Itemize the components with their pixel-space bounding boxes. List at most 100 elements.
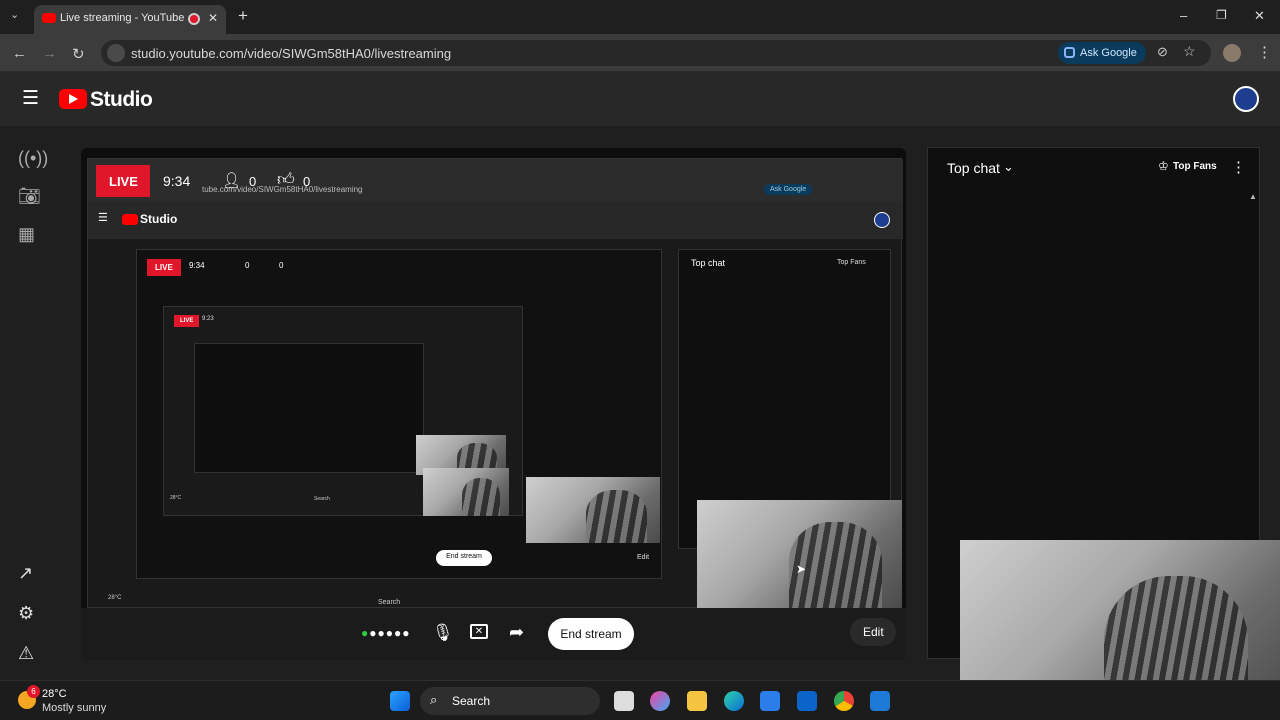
top-fans-label: Top Fans [1173, 161, 1217, 172]
share-arrow-icon[interactable]: ➦ [509, 622, 524, 643]
maximize-button[interactable]: ❐ [1216, 8, 1227, 22]
google-lens-icon [1064, 47, 1075, 58]
nested-ask-google: Ask Google [764, 184, 813, 195]
reload-icon[interactable]: ↻ [72, 45, 85, 63]
tab-title: Live streaming - YouTube Studio [60, 12, 184, 24]
microphone-icon[interactable]: 🎙︎ [432, 623, 454, 643]
outlook-icon[interactable] [797, 691, 817, 711]
task-view-icon[interactable] [614, 691, 634, 711]
chevron-down-icon[interactable]: ⌄ [1003, 159, 1014, 175]
ask-google-label: Ask Google [1080, 47, 1137, 59]
chrome-icon[interactable] [834, 691, 854, 711]
nested-edit: Edit [637, 554, 650, 561]
camera-icon[interactable]: 📷︎ [18, 186, 41, 207]
edit-button[interactable]: Edit [850, 618, 896, 646]
profile-avatar[interactable] [1223, 44, 1241, 62]
nested-address-bar: tube.com/video/SIWGm58tHA0/livestreaming… [88, 159, 903, 201]
top-chat-dropdown[interactable]: Top chat [947, 160, 1000, 176]
minimize-button[interactable]: – [1180, 8, 1187, 23]
stream-preview: tube.com/video/SIWGm58tHA0/livestreaming… [81, 148, 906, 660]
microsoft-store-icon[interactable] [760, 691, 780, 711]
nested-top-fans: Top Fans [837, 259, 866, 266]
left-navigation-rail: ((•)) 📷︎ ▦ ↗ ⚙ ⚠ [0, 126, 60, 680]
browser-toolbar: ← → ↻ studio.youtube.com/video/SIWGm58tH… [0, 34, 1280, 72]
elapsed-time: 9:34 [163, 173, 191, 189]
file-explorer-icon[interactable] [687, 691, 707, 711]
nested-search: Search [378, 599, 401, 606]
bookmark-star-icon[interactable]: ☆ [1183, 43, 1196, 60]
nested-camera-2 [423, 468, 509, 516]
like-icon: 👍︎ [277, 170, 295, 189]
url-text: studio.youtube.com/video/SIWGm58tHA0/liv… [131, 46, 452, 61]
viewers-icon: 👤︎ [222, 172, 242, 189]
search-label: Search [452, 694, 491, 708]
nested-viewers: 0 [245, 261, 250, 270]
new-tab-button[interactable]: + [238, 6, 248, 26]
address-bar[interactable]: studio.youtube.com/video/SIWGm58tHA0/liv… [101, 40, 1211, 66]
nested-weather: 28°C [108, 595, 122, 601]
tab-list-dropdown-icon[interactable]: ⌄ [10, 8, 19, 21]
external-link-icon[interactable]: ↗ [18, 563, 33, 584]
weather-temp: 28°C [42, 688, 67, 700]
nested-search-2: Search [314, 496, 330, 502]
windows-start-icon[interactable] [390, 691, 410, 711]
nested-studio-header: ☰ Studio [88, 201, 903, 239]
nested-camera-1 [526, 477, 660, 543]
youtube-favicon-icon [42, 13, 56, 23]
studio-header: ☰ Studio [0, 72, 1280, 126]
search-icon: ⌕ [430, 692, 438, 707]
channel-avatar[interactable] [1233, 86, 1259, 112]
nested-youtube-icon [122, 214, 138, 225]
nested-avatar [874, 212, 890, 228]
nested-live-badge-3: LIVE [174, 315, 200, 327]
forward-arrow-icon[interactable]: → [42, 45, 57, 62]
nested-weather-2: 28°C [170, 495, 182, 501]
windows-taskbar: 6 28°C Mostly sunny ⌕ Search [0, 680, 1280, 720]
play-triangle-icon [69, 94, 78, 104]
weather-desc: Mostly sunny [42, 702, 107, 714]
close-window-button[interactable]: ✕ [1254, 8, 1265, 24]
vscode-icon[interactable] [870, 691, 890, 711]
studio-logo-text: Studio [90, 88, 153, 111]
taskbar-search-box[interactable]: ⌕ Search [420, 687, 600, 715]
top-fans-button[interactable]: ♔ Top Fans [1154, 158, 1230, 178]
weather-badge: 6 [27, 685, 40, 698]
ask-google-button[interactable]: Ask Google [1058, 42, 1146, 64]
copilot-icon[interactable] [650, 691, 670, 711]
nested-end-stream: End stream [436, 550, 492, 566]
screen-share-toggle-icon[interactable]: ✕ [470, 624, 488, 639]
hamburger-menu-icon[interactable]: ☰ [22, 87, 39, 110]
viewers-count: 0 [249, 174, 257, 189]
nested-studio-text: Studio [140, 212, 178, 226]
stream-controls-bar: ●●●●●● 🎙︎ ✕ ➦ End stream Edit [81, 608, 906, 660]
browser-menu-icon[interactable]: ⋮ [1257, 43, 1272, 61]
nested-preview-4 [194, 343, 424, 473]
end-stream-button[interactable]: End stream [548, 618, 634, 650]
preview-webcam-overlay [697, 500, 902, 608]
close-tab-icon[interactable]: ✕ [208, 11, 218, 25]
eye-slash-icon[interactable]: ⊘ [1157, 44, 1168, 60]
nested-hamburger-icon: ☰ [98, 212, 108, 224]
live-broadcast-icon[interactable]: ((•)) [18, 148, 48, 169]
weather-widget[interactable]: 6 28°C Mostly sunny [14, 685, 124, 717]
likes-count: 0 [303, 174, 311, 189]
nested-elapsed: 9:34 [189, 261, 205, 270]
browser-tab-bar: ⌄ Live streaming - YouTube Studio ✕ + – … [0, 0, 1280, 34]
mouse-cursor-icon: ➤ [796, 562, 807, 576]
nested-top-chat: Top chat [691, 258, 726, 268]
chat-scroll-up-icon[interactable]: ▲ [1249, 192, 1257, 201]
back-arrow-icon[interactable]: ← [12, 45, 27, 62]
chat-more-options-icon[interactable]: ⋮ [1231, 158, 1246, 176]
edge-browser-icon[interactable] [724, 691, 744, 711]
settings-gear-icon[interactable]: ⚙ [18, 603, 34, 624]
nested-live-badge: LIVE [147, 259, 181, 276]
calendar-icon[interactable]: ▦ [18, 224, 35, 245]
audio-level-indicator: ●●●●●● [361, 626, 411, 640]
live-badge: LIVE [96, 165, 150, 197]
recording-indicator-icon [188, 13, 200, 25]
nested-elapsed-2: 9:23 [202, 316, 214, 322]
nested-likes: 0 [279, 261, 284, 270]
site-info-icon[interactable] [107, 44, 125, 62]
browser-tab-live-streaming[interactable]: Live streaming - YouTube Studio ✕ [34, 5, 226, 34]
feedback-icon[interactable]: ⚠ [18, 643, 34, 664]
